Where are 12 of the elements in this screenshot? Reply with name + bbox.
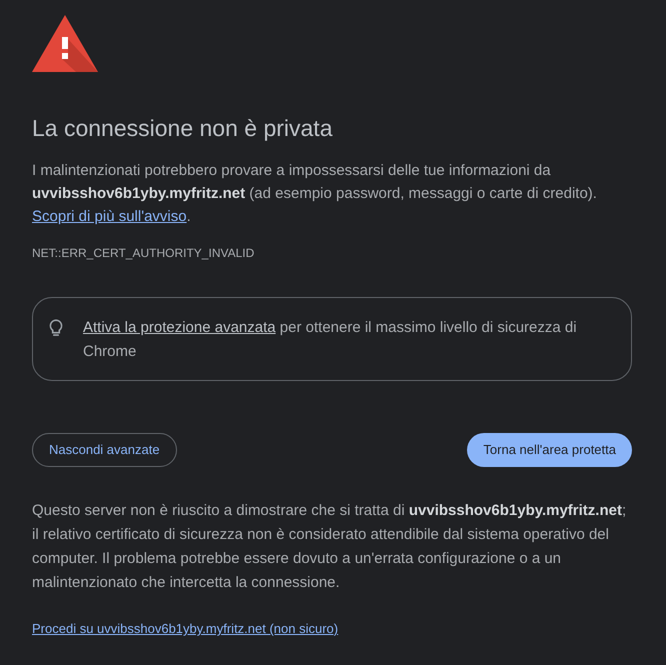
enhanced-protection-link[interactable]: Attiva la protezione avanzata bbox=[83, 319, 276, 336]
hide-advanced-button[interactable]: Nascondi avanzate bbox=[32, 433, 177, 467]
lightbulb-icon bbox=[49, 319, 63, 337]
back-to-safety-button[interactable]: Torna nell'area protetta bbox=[467, 433, 632, 467]
warning-triangle-icon bbox=[32, 15, 98, 72]
page-heading: La connessione non è privata bbox=[32, 114, 334, 143]
proceed-link[interactable]: Procedi su uvvibsshov6b1yby.myfritz.net (non sicuro) bbox=[32, 620, 338, 638]
protection-text: Attiva la protezione avanzata per ottenere il massimo livello di sicurezza di Chrome bbox=[83, 318, 578, 362]
warning-text: I malintenzionati potrebbero provare a impossessarsi delle tue informazioni da uvvibsshov6b1yby.myfritz.net (ad esempio password, messaggi o carte di credito). Scopri di più sull'avviso. bbox=[32, 161, 598, 227]
learn-more-link[interactable]: Scopri di più sull'avviso bbox=[32, 208, 187, 225]
details-text: Questo server non è riuscito a dimostrare che si tratta di uvvibsshov6b1yby.myfritz.net; il relativo certificato di sicurezza non è considerato attendibile dal sistema operativo del computer. Il problema potrebbe essere dovuto a un'errata configurazione o a un malintenzionato che intercetta la connessione. bbox=[32, 501, 628, 593]
error-code: NET::ERR_CERT_AUTHORITY_INVALID bbox=[32, 245, 256, 261]
